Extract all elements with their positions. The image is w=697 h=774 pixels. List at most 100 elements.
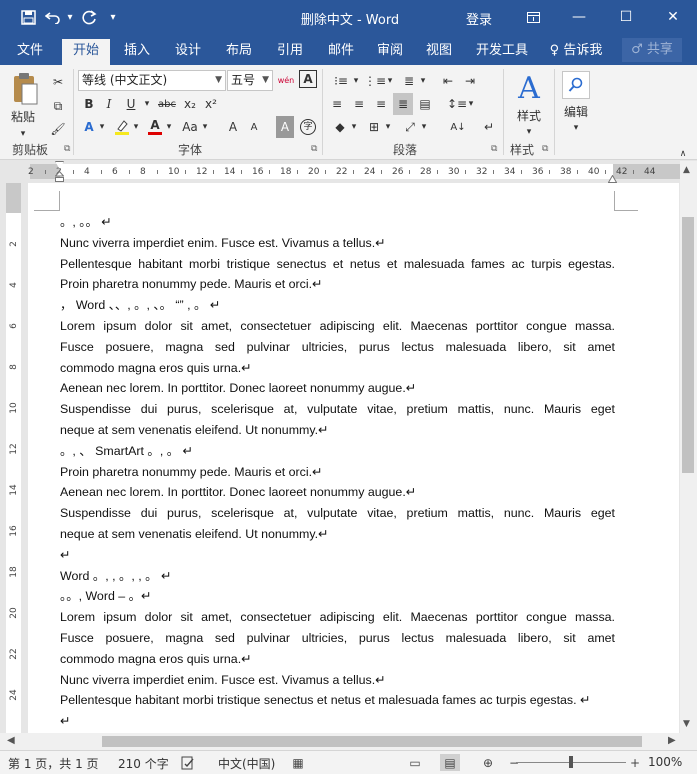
superscript-button[interactable]: x² xyxy=(202,93,220,115)
align-right-icon[interactable]: ≡ xyxy=(372,93,390,115)
scroll-down-icon[interactable]: ▼ xyxy=(683,719,690,729)
increase-indent-icon[interactable]: ⇥ xyxy=(460,70,480,92)
font-color-icon[interactable]: A xyxy=(146,116,164,138)
tab-view[interactable]: 视图 xyxy=(416,39,462,65)
format-painter-icon[interactable]: 🖌 xyxy=(48,118,68,140)
document-line[interactable]: Proin pharetra nonummy pede. Mauris et o… xyxy=(60,462,615,483)
chevron-down-icon[interactable]: ▾ xyxy=(132,116,140,138)
align-left-icon[interactable]: ≡ xyxy=(328,93,346,115)
document-line[interactable]: 。, 。。 ↵ xyxy=(60,212,615,233)
page-count[interactable]: 第 1 页，共 1 页 xyxy=(8,755,99,772)
paste-icon[interactable] xyxy=(8,71,42,107)
chevron-down-icon[interactable]: ▾ xyxy=(419,70,427,92)
document-line[interactable]: neque at sem venenatis eleifend. Ut nonu… xyxy=(60,420,615,441)
font-launcher-icon[interactable]: ⧉ xyxy=(311,144,317,154)
document-line[interactable]: Proin pharetra nonummy pede. Mauris et o… xyxy=(60,274,615,295)
share-button[interactable]: ♂ 共享 xyxy=(622,38,682,62)
search-icon[interactable] xyxy=(562,71,590,99)
change-case-button[interactable]: Aa xyxy=(178,116,202,138)
right-indent-marker[interactable] xyxy=(607,172,618,183)
cut-icon[interactable]: ✂ xyxy=(48,71,68,93)
tab-file[interactable]: 文件 xyxy=(6,39,54,65)
vertical-ruler[interactable]: 2 4 6 8 10 12 14 16 18 20 22 24 xyxy=(6,183,21,733)
enclose-character-icon[interactable]: 字 xyxy=(298,116,318,138)
align-center-icon[interactable]: ≡ xyxy=(350,93,368,115)
chevron-down-icon[interactable]: ▾ xyxy=(523,121,535,143)
tab-review[interactable]: 审阅 xyxy=(367,39,413,65)
document-line[interactable]: 。。, Word – 。↵ xyxy=(60,586,615,607)
document-line[interactable]: Suspendisse dui purus, scelerisque at, v… xyxy=(60,503,615,524)
save-icon[interactable] xyxy=(14,3,42,31)
character-border-icon[interactable]: A xyxy=(299,70,317,88)
document-line[interactable]: Aenean nec lorem. In porttitor. Donec la… xyxy=(60,482,615,503)
scroll-up-icon[interactable]: ▲ xyxy=(683,165,690,175)
vertical-scrollbar[interactable]: ▲ ▼ xyxy=(680,161,697,733)
document-line[interactable]: Fusce posuere, magna sed pulvinar ultric… xyxy=(60,337,615,358)
undo-icon[interactable] xyxy=(42,3,64,31)
ribbon-display-options-icon[interactable] xyxy=(510,0,556,34)
shrink-font-button[interactable]: A xyxy=(245,116,263,138)
borders-icon[interactable]: ⊞ xyxy=(364,116,384,138)
redo-icon[interactable] xyxy=(76,3,102,31)
scroll-right-icon[interactable]: ▶ xyxy=(668,735,676,746)
styles-launcher-icon[interactable]: ⧉ xyxy=(542,144,548,154)
document-line[interactable]: neque at sem venenatis eleifend. Ut nonu… xyxy=(60,524,615,545)
tab-mailings[interactable]: 邮件 xyxy=(318,39,364,65)
highlight-icon[interactable] xyxy=(112,116,132,138)
paragraph-launcher-icon[interactable]: ⧉ xyxy=(491,144,497,154)
document-line[interactable]: Lorem ipsum dolor sit amet, consectetuer… xyxy=(60,316,615,337)
document-line[interactable]: ， Word 、、, 。, 、。 “” , 。 ↵ xyxy=(60,295,615,316)
close-button[interactable]: ✕ xyxy=(650,0,696,34)
tab-design[interactable]: 设计 xyxy=(165,39,211,65)
macro-recording-icon[interactable]: ▦ xyxy=(288,754,308,771)
clipboard-launcher-icon[interactable]: ⧉ xyxy=(64,144,70,154)
document-line[interactable]: Pellentesque habitant morbi tristique se… xyxy=(60,254,615,275)
chevron-down-icon[interactable]: ▾ xyxy=(386,70,394,92)
show-marks-icon[interactable]: ↵ xyxy=(480,116,498,138)
read-mode-icon[interactable]: ▭ xyxy=(405,754,425,771)
web-layout-icon[interactable]: ⊕ xyxy=(478,754,498,771)
chevron-down-icon[interactable]: ▾ xyxy=(570,117,582,139)
multilevel-list-icon[interactable]: ≣ xyxy=(398,70,420,92)
underline-button[interactable]: U xyxy=(122,93,140,115)
document-line[interactable]: Nunc viverra imperdiet enim. Fusce est. … xyxy=(60,233,615,254)
line-spacing-icon[interactable]: ↕≡ xyxy=(447,93,467,115)
chevron-down-icon[interactable]: ▾ xyxy=(165,116,173,138)
font-size-combo[interactable]: 五号 ▼ xyxy=(227,70,273,91)
bullets-icon[interactable]: ⁝≡ xyxy=(330,70,352,92)
document-line[interactable]: 。, 、 SmartArt 。, 。 ↵ xyxy=(60,441,615,462)
chevron-down-icon[interactable]: ▾ xyxy=(350,116,358,138)
tab-references[interactable]: 引用 xyxy=(267,39,313,65)
justify-icon[interactable]: ≣ xyxy=(393,93,413,115)
word-count[interactable]: 210 个字 xyxy=(118,755,169,772)
zoom-level[interactable]: 100% xyxy=(648,755,682,769)
phonetic-guide-icon[interactable]: wén xyxy=(276,69,296,91)
chevron-down-icon[interactable]: ▾ xyxy=(352,70,360,92)
scroll-left-icon[interactable]: ◀ xyxy=(7,735,15,746)
document-line[interactable]: Suspendisse dui purus, scelerisque at, v… xyxy=(60,399,615,420)
tab-developer[interactable]: 开发工具 xyxy=(470,39,534,65)
document-line[interactable]: ↵ xyxy=(60,545,615,566)
chevron-down-icon[interactable]: ▾ xyxy=(384,116,392,138)
sort-icon[interactable]: A↓ xyxy=(448,116,468,138)
tab-layout[interactable]: 布局 xyxy=(216,39,262,65)
print-layout-icon[interactable]: ▤ xyxy=(440,754,460,771)
hanging-indent-marker[interactable] xyxy=(54,170,65,183)
chinese-layout-icon[interactable]: ⤢ xyxy=(400,116,420,138)
strikethrough-button[interactable]: abc xyxy=(156,93,178,115)
document-line[interactable]: commodo magna eros quis urna.↵ xyxy=(60,649,615,670)
document-line[interactable]: Lorem ipsum dolor sit amet, consectetuer… xyxy=(60,607,615,628)
language-indicator[interactable]: 中文(中国) xyxy=(218,755,275,772)
document-line[interactable]: Word 。, , 。, , 。 ↵ xyxy=(60,566,615,587)
document-page[interactable]: 。, 。。 ↵ Nunc viverra imperdiet enim. Fusc… xyxy=(28,183,679,733)
document-line[interactable]: Nunc viverra imperdiet enim. Fusce est. … xyxy=(60,670,615,691)
copy-icon[interactable]: ⧉ xyxy=(48,95,68,117)
maximize-button[interactable]: ☐ xyxy=(603,0,649,34)
undo-dropdown-icon[interactable]: ▾ xyxy=(64,3,76,31)
tell-me-search[interactable]: ♀ 告诉我 xyxy=(544,39,608,65)
italic-button[interactable]: I xyxy=(100,93,118,115)
subscript-button[interactable]: x₂ xyxy=(181,93,199,115)
text-effects-icon[interactable]: A xyxy=(80,116,98,138)
tab-insert[interactable]: 插入 xyxy=(114,39,160,65)
horizontal-scrollbar[interactable]: ◀ ▶ xyxy=(0,733,697,750)
